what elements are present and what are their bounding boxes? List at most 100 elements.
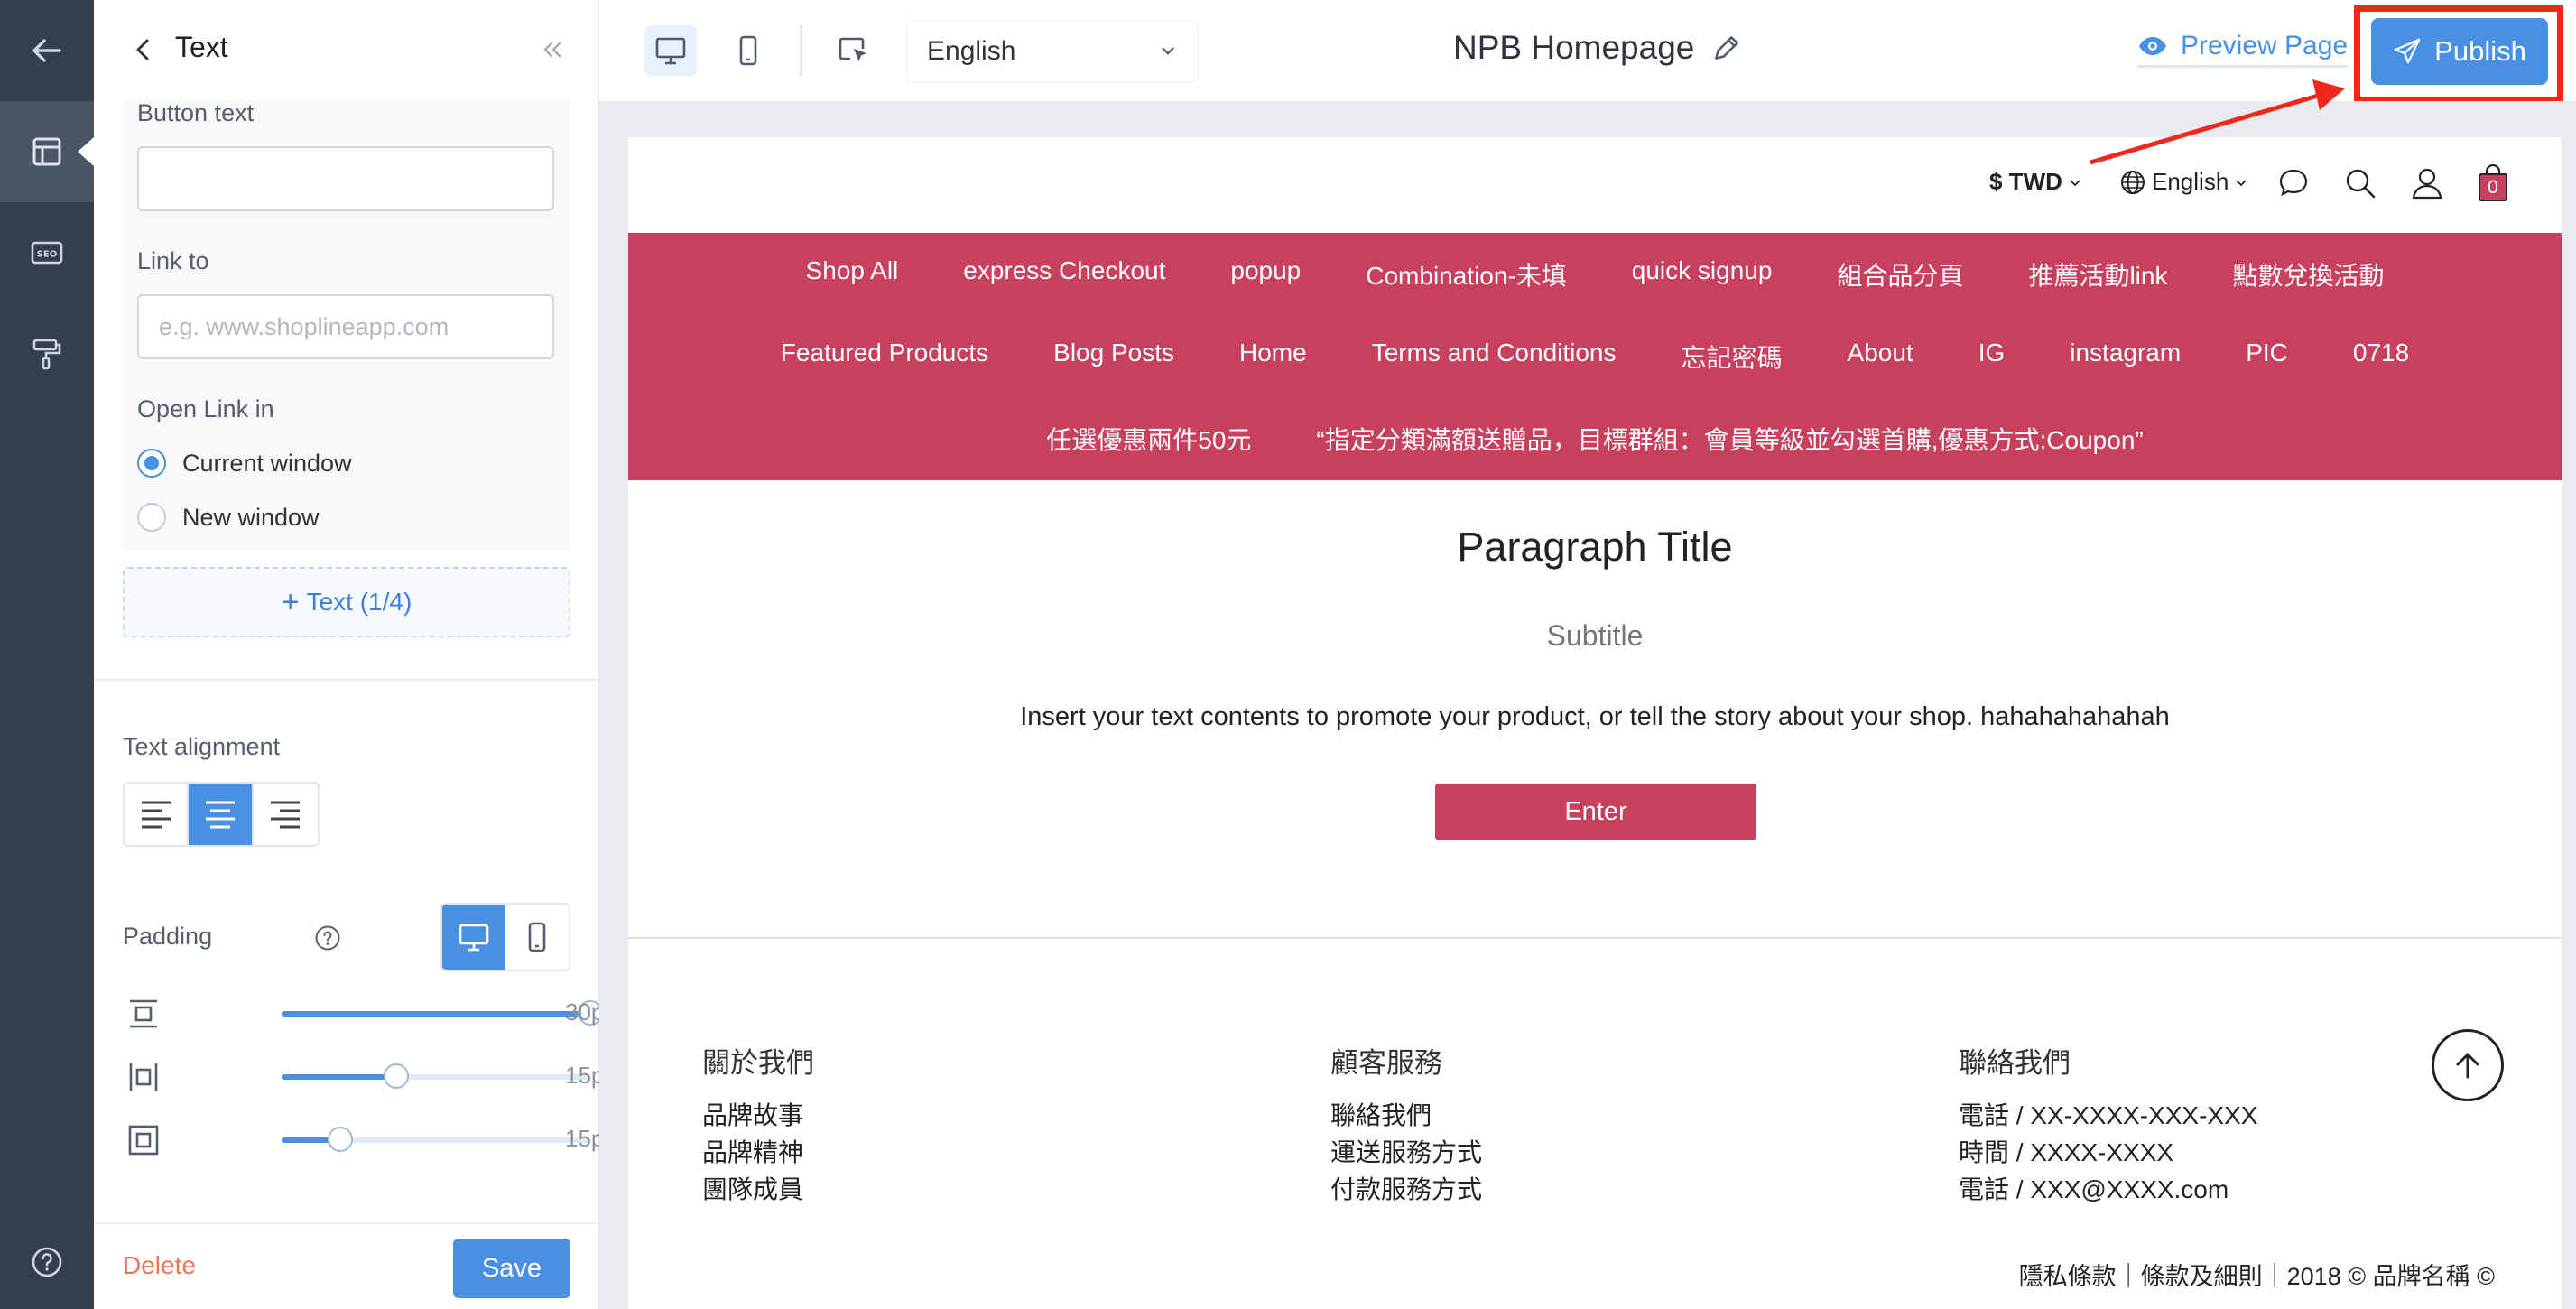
padding-device-toggle — [440, 903, 570, 971]
select-element-button[interactable] — [827, 25, 879, 76]
footer-link[interactable]: 付款服務方式 — [1330, 1171, 1482, 1208]
align-center-button[interactable] — [189, 784, 254, 845]
nav-item[interactable]: 推薦活動link — [1996, 256, 2200, 292]
align-left-button[interactable] — [125, 784, 190, 845]
footer-link[interactable]: 聯絡我們 — [1330, 1097, 1482, 1134]
footer-link[interactable]: 品牌精神 — [702, 1134, 814, 1171]
language-select[interactable]: English — [906, 20, 1199, 83]
radio-new-window[interactable]: New window — [137, 503, 320, 532]
footer-link[interactable]: 運送服務方式 — [1330, 1134, 1482, 1171]
chevron-down-icon — [1162, 47, 1174, 55]
theme-paint-button[interactable] — [0, 303, 94, 404]
link-to-input[interactable]: e.g. www.shoplineapp.com — [137, 294, 554, 359]
nav-item[interactable]: express Checkout — [931, 256, 1198, 292]
site-language-selector[interactable]: English — [2119, 168, 2248, 196]
publish-button[interactable]: Publish — [2371, 18, 2548, 85]
desktop-padding-button[interactable] — [442, 905, 505, 970]
slider-knob[interactable] — [383, 1063, 409, 1089]
preview-page-button[interactable]: Preview Page — [2137, 31, 2349, 68]
footer-service: 顧客服務 聯絡我們 運送服務方式 付款服務方式 — [1330, 1040, 1482, 1208]
nav-item[interactable]: About — [1815, 339, 1946, 375]
footer-text: 時間 / XXXX-XXXX — [1959, 1138, 2174, 1166]
footer-link[interactable]: 品牌故事 — [702, 1097, 814, 1134]
footer-link[interactable]: 團隊成員 — [702, 1171, 814, 1208]
footer-heading: 關於我們 — [702, 1047, 814, 1079]
footer-text: 電話 / XXX@XXXX.com — [1959, 1175, 2229, 1203]
nav-item[interactable]: quick signup — [1599, 256, 1805, 292]
cart-button[interactable]: 0 — [2477, 164, 2509, 202]
scroll-to-top-button[interactable] — [2432, 1029, 2504, 1101]
enter-button[interactable]: Enter — [1435, 784, 1756, 840]
padding-all-slider[interactable]: 15px — [123, 1118, 616, 1163]
footer-text: 電話 / XX-XXXX-XXX-XXX — [1959, 1101, 2258, 1129]
add-text-button[interactable]: + Text (1/4) — [123, 567, 570, 637]
editor-canvas: $ TWD English 0 Shop All express Checkou… — [599, 101, 2576, 1309]
help-button[interactable] — [0, 1212, 94, 1309]
padding-vertical-slider[interactable]: 30px — [123, 991, 616, 1036]
panel-footer: Delete Save — [94, 1222, 599, 1309]
align-left-icon — [141, 801, 171, 829]
cart-count: 0 — [2488, 177, 2498, 198]
radio-unchecked-icon — [137, 503, 166, 532]
radio-current-window[interactable]: Current window — [137, 449, 352, 478]
desktop-icon — [655, 37, 686, 65]
preview-label: Preview Page — [2181, 31, 2349, 60]
nav-item[interactable]: 組合品分頁 — [1804, 256, 1996, 292]
nav-item[interactable]: Home — [1207, 339, 1339, 375]
settings-panel: Text Button text Link to e.g. www.shopli… — [94, 0, 616, 1309]
page-name[interactable]: NPB Homepage — [1453, 29, 1743, 67]
nav-item[interactable]: Combination-未填 — [1333, 256, 1599, 292]
message-button[interactable] — [2276, 166, 2311, 200]
svg-text:SEO: SEO — [37, 250, 58, 260]
save-button[interactable]: Save — [453, 1239, 570, 1298]
chevron-left-icon[interactable] — [128, 34, 159, 65]
align-center-icon — [206, 801, 236, 829]
seo-button[interactable]: SEO — [0, 202, 94, 303]
site-preview: $ TWD English 0 Shop All express Checkou… — [628, 137, 2562, 1309]
nav-row-3: 任選優惠兩件50元 “指定分類滿額送贈品，目標群組：會員等級並勾選首購,優惠方式… — [628, 421, 2562, 457]
pencil-icon[interactable] — [1710, 32, 1743, 64]
nav-item[interactable]: 0718 — [2321, 339, 2442, 375]
paragraph-body: Insert your text contents to promote you… — [1020, 702, 2170, 731]
chevron-down-icon — [2236, 179, 2247, 186]
nav-item[interactable]: instagram — [2037, 339, 2213, 375]
desktop-view-button[interactable] — [644, 25, 697, 76]
slider-fill — [282, 1011, 590, 1017]
nav-item[interactable]: 任選優惠兩件50元 — [1014, 421, 1283, 457]
currency-selector[interactable]: $ TWD — [1989, 168, 2082, 196]
mobile-icon — [528, 922, 546, 952]
slider-knob[interactable] — [327, 1127, 353, 1152]
help-circle-icon[interactable] — [314, 924, 341, 952]
nav-item[interactable]: PIC — [2213, 339, 2321, 375]
nav-item[interactable]: 忘記密碼 — [1649, 339, 1815, 375]
footer-heading: 顧客服務 — [1330, 1047, 1442, 1079]
nav-item[interactable]: “指定分類滿額送贈品，目標群組：會員等級並勾選首購,優惠方式:Coupon” — [1283, 421, 2175, 457]
nav-item[interactable]: Shop All — [774, 256, 931, 292]
nav-item[interactable]: Terms and Conditions — [1339, 339, 1649, 375]
padding-horizontal-icon — [129, 1063, 158, 1091]
back-button[interactable] — [0, 0, 94, 101]
site-search-button[interactable] — [2343, 166, 2377, 200]
nav-item[interactable]: Featured Products — [748, 339, 1021, 375]
nav-item[interactable]: 點數兌換活動 — [2200, 256, 2416, 292]
align-right-button[interactable] — [254, 784, 318, 845]
account-button[interactable] — [2410, 166, 2444, 200]
publish-label: Publish — [2434, 35, 2526, 67]
padding-horizontal-slider[interactable]: 15px — [123, 1054, 616, 1100]
mobile-view-button[interactable] — [722, 25, 774, 76]
footer-about: 關於我們 品牌故事 品牌精神 團隊成員 — [702, 1040, 814, 1208]
layout-button[interactable] — [0, 101, 94, 202]
nav-item[interactable]: Blog Posts — [1021, 339, 1207, 375]
delete-button[interactable]: Delete — [123, 1251, 196, 1280]
mobile-padding-button[interactable] — [505, 905, 569, 970]
toolbar-separator — [800, 25, 802, 76]
cursor-select-icon — [839, 37, 866, 61]
slider-track — [282, 1127, 590, 1152]
collapse-panel-icon[interactable] — [536, 34, 567, 65]
nav-item[interactable]: IG — [1946, 339, 2038, 375]
button-text-input[interactable] — [137, 146, 554, 211]
nav-item[interactable]: popup — [1198, 256, 1333, 292]
arrow-left-icon — [32, 39, 61, 62]
padding-label: Padding — [123, 923, 213, 950]
chevron-down-icon — [2070, 179, 2080, 186]
